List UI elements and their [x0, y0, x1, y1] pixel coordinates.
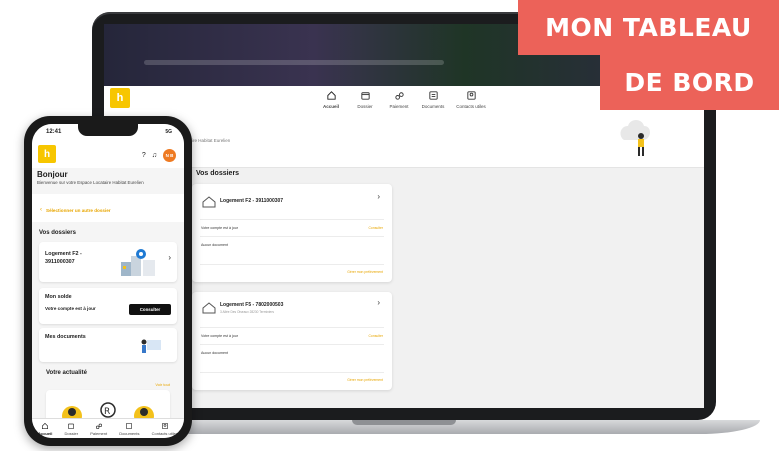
consult-button[interactable]: Consulter [129, 304, 171, 315]
laptop-notch [352, 420, 456, 425]
dossier-card[interactable]: Logement F2 - 3911000307 › [39, 242, 177, 282]
divider [200, 219, 384, 220]
nav-item-paiement[interactable]: Paiement [382, 90, 416, 114]
contact-icon [466, 91, 476, 100]
see-all-link[interactable]: Voir tout [155, 382, 170, 387]
nav-label: Dossier [357, 104, 373, 109]
divider [200, 236, 384, 237]
banner-line-1: MON TABLEAU [518, 0, 779, 55]
tab-accueil[interactable]: Accueil [38, 422, 52, 436]
welcome-text: Bienvenue sur votre Espace Locataire Hab… [37, 180, 144, 185]
tab-label: Accueil [38, 430, 53, 436]
solde-card: Mon solde Votre compte est à jour Consul… [39, 288, 177, 324]
desktop-nav: Accueil Dossier Paiement Documents Conta… [314, 90, 492, 114]
home-icon [42, 422, 49, 429]
solde-status: Votre compte est à jour [45, 306, 96, 311]
home-icon [326, 91, 336, 100]
documents-status: Aucun document [201, 243, 228, 247]
solde-title: Mon solde [45, 294, 72, 300]
news-title: Votre actualité [46, 370, 87, 376]
phone-notch [78, 124, 138, 136]
divider [200, 264, 384, 265]
tab-label: Documents [119, 430, 140, 436]
status-signal: 5G [165, 129, 172, 135]
payment-icon [394, 92, 404, 100]
chevron-right-icon[interactable]: › [377, 298, 380, 307]
desktop-hero: ire Habitat Eurelien [104, 112, 704, 168]
avatar[interactable]: N B [163, 149, 176, 162]
dossier-card[interactable]: Logement F2 - 3911000307 › Votre compte … [192, 184, 392, 282]
nav-label: Documents [421, 104, 445, 109]
divider [200, 327, 384, 328]
marketing-stage: h Accueil Dossier Paiement Documents Con… [0, 0, 779, 451]
nav-item-dossier[interactable]: Dossier [348, 90, 382, 114]
dossier-title: Logement F2 - 3911000307 [45, 251, 82, 265]
document-icon [126, 422, 133, 429]
select-dossier-link[interactable]: Sélectionner un autre dossier [46, 208, 111, 213]
phone-screen: 12:41 5G h ? ♫ N B Bonjour Bienvenue sur… [32, 124, 184, 438]
dossier-title: Logement F5 - 7802000503 [220, 302, 284, 308]
svg-text:R: R [104, 407, 110, 417]
greeting: Bonjour [37, 170, 68, 179]
tab-contacts[interactable]: Contacts utiles [152, 422, 178, 436]
phone-header: h ? ♫ N B [32, 142, 184, 168]
nav-label: Accueil [322, 104, 339, 109]
logo-letter: h [43, 148, 51, 160]
logo-letter: h [116, 92, 124, 104]
prelevement-link[interactable]: Gérer mon prélèvement [347, 378, 383, 382]
dossier-title: Logement F2 - 3911000307 [220, 198, 284, 204]
help-icon[interactable]: ? [142, 152, 146, 159]
header-actions: ? ♫ N B [142, 149, 176, 162]
folder-icon [68, 423, 75, 429]
nav-item-documents[interactable]: Documents [416, 90, 450, 114]
nav-label: Paiement [389, 104, 409, 109]
folder-icon [360, 92, 370, 100]
payment-icon [95, 423, 102, 429]
tab-documents[interactable]: Documents [119, 422, 139, 436]
section-title-dossiers: Vos dossiers [196, 170, 240, 177]
status-time: 12:41 [46, 129, 62, 135]
chevron-right-icon[interactable]: › [377, 192, 380, 201]
prelevement-link[interactable]: Gérer mon prélèvement [347, 270, 383, 274]
tab-label: Paiement [90, 430, 108, 436]
chevron-right-icon[interactable]: › [168, 253, 171, 262]
hero-illustration [620, 120, 650, 156]
tab-label: Contacts utiles [151, 430, 178, 436]
bottom-tab-bar: Accueil Dossier Paiement Documents Conta… [32, 418, 184, 438]
house-icon [202, 302, 216, 314]
nav-item-contacts[interactable]: Contacts utiles [450, 90, 492, 114]
documents-card[interactable]: Mes documents [39, 328, 177, 362]
tab-label: Dossier [64, 430, 79, 436]
house-icon [202, 196, 216, 208]
consult-link[interactable]: Consulter [368, 334, 383, 338]
tab-paiement[interactable]: Paiement [90, 422, 107, 436]
chevron-left-icon[interactable]: ‹ [40, 207, 42, 213]
divider [200, 344, 384, 345]
documents-illustration [141, 339, 161, 353]
divider [200, 372, 384, 373]
brand-logo[interactable]: h [38, 145, 56, 163]
documents-status: Aucun document [201, 351, 228, 355]
documents-title: Mes documents [45, 334, 86, 340]
section-title-dossiers: Vos dossiers [39, 230, 76, 236]
consult-link[interactable]: Consulter [368, 226, 383, 230]
banner-line-2: DE BORD [600, 55, 779, 110]
nav-label: Contacts utiles [456, 104, 486, 109]
nav-item-accueil[interactable]: Accueil [314, 90, 348, 114]
account-status: Votre compte est à jour [201, 226, 238, 230]
document-icon [428, 91, 438, 100]
dossier-card[interactable]: Logement F5 - 7802000503 3 Allée Des Ois… [192, 292, 392, 390]
buildings-illustration [121, 249, 155, 276]
bell-icon[interactable]: ♫ [152, 152, 157, 159]
hero-subtitle: ire Habitat Eurelien [192, 138, 231, 143]
account-status: Votre compte est à jour [201, 334, 238, 338]
dossier-address: 3 Allée Des Oiseaux 28230 Terminiers [220, 310, 274, 314]
tab-dossier[interactable]: Dossier [64, 422, 78, 436]
contact-icon [161, 422, 168, 429]
brand-logo[interactable]: h [110, 88, 130, 108]
